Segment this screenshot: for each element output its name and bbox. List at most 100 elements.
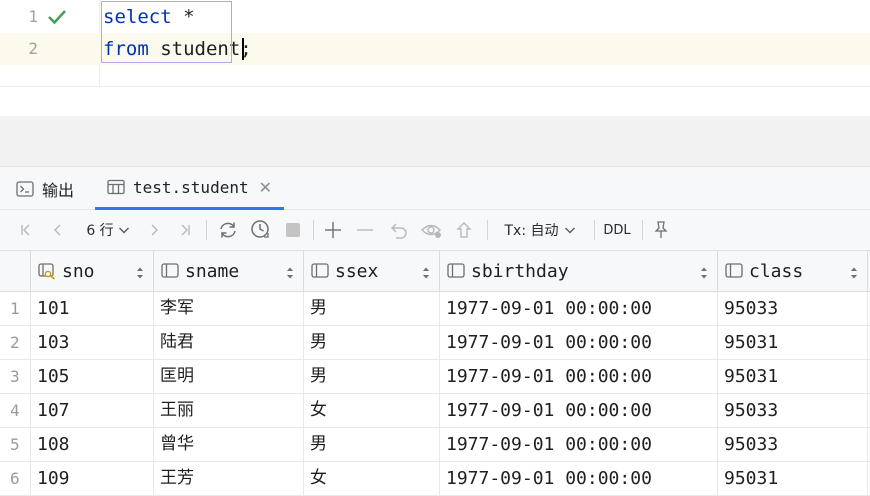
tab-test-student[interactable]: test.student ✕ (95, 167, 284, 210)
transaction-mode-dropdown[interactable]: Tx: 自动 (496, 210, 584, 250)
row-number-header[interactable] (0, 251, 31, 291)
cell-sname[interactable]: 曾华 (154, 428, 304, 461)
code-line[interactable]: select * (103, 1, 195, 33)
cell-sname[interactable]: 陆君 (154, 326, 304, 359)
refresh-icon[interactable] (215, 210, 241, 250)
cell-sbirthday[interactable]: 1977-09-01 00:00:00 (440, 360, 718, 393)
cell-sno[interactable]: 108 (31, 428, 154, 461)
cell-sbirthday[interactable]: 1977-09-01 00:00:00 (440, 292, 718, 325)
last-page-icon[interactable] (173, 210, 197, 250)
sql-editor[interactable]: 1 select * 2 from student; (0, 0, 870, 117)
row-number[interactable]: 3 (0, 360, 31, 393)
column-icon (447, 262, 465, 280)
cell-ssex[interactable]: 女 (304, 394, 440, 427)
results-grid[interactable]: sno sname ssex sbirthday class 1 101 李军 … (0, 251, 870, 496)
cell-ssex[interactable]: 男 (304, 428, 440, 461)
cell-sbirthday[interactable]: 1977-09-01 00:00:00 (440, 428, 718, 461)
column-header-ssex[interactable]: ssex (304, 251, 440, 291)
cell-class[interactable]: 95031 (718, 360, 868, 393)
line-number: 1 (28, 7, 38, 26)
row-number[interactable]: 6 (0, 462, 31, 495)
toolbar-separator (642, 220, 643, 240)
revert-icon[interactable] (387, 210, 411, 250)
code-line[interactable]: from student; (103, 33, 252, 65)
panel-splitter[interactable] (0, 116, 870, 166)
cell-sno[interactable]: 101 (31, 292, 154, 325)
close-icon[interactable]: ✕ (259, 178, 272, 197)
ddl-label: DDL (603, 222, 631, 238)
row-count-dropdown[interactable]: 6 行 (80, 210, 136, 250)
delete-row-icon[interactable] (353, 210, 377, 250)
cell-class[interactable]: 95033 (718, 394, 868, 427)
row-number[interactable]: 4 (0, 394, 31, 427)
chevron-down-icon (564, 225, 576, 235)
table-row[interactable]: 2 103 陆君 男 1977-09-01 00:00:00 95031 (0, 326, 870, 360)
column-name: ssex (335, 260, 379, 282)
ddl-button[interactable]: DDL (601, 210, 633, 250)
column-icon (311, 262, 329, 280)
stop-icon[interactable] (281, 210, 305, 250)
row-number[interactable]: 1 (0, 292, 31, 325)
editor-line-1[interactable]: 1 select * (0, 1, 870, 33)
table-row[interactable]: 6 109 王芳 女 1977-09-01 00:00:00 95031 (0, 462, 870, 496)
toolbar-separator (206, 220, 207, 240)
cell-ssex[interactable]: 男 (304, 360, 440, 393)
console-icon (16, 180, 34, 197)
cell-class[interactable]: 95031 (718, 326, 868, 359)
cell-sbirthday[interactable]: 1977-09-01 00:00:00 (440, 326, 718, 359)
table-icon (107, 179, 125, 195)
cell-sname[interactable]: 匡明 (154, 360, 304, 393)
view-changes-eye-icon[interactable] (419, 210, 445, 250)
cell-sname[interactable]: 王芳 (154, 462, 304, 495)
cell-ssex[interactable]: 男 (304, 326, 440, 359)
cell-sno[interactable]: 103 (31, 326, 154, 359)
column-name: sbirthday (471, 260, 569, 282)
table-row[interactable]: 3 105 匡明 男 1977-09-01 00:00:00 95031 (0, 360, 870, 394)
cell-sno[interactable]: 107 (31, 394, 154, 427)
column-icon (725, 262, 743, 280)
grid-header: sno sname ssex sbirthday class (0, 251, 870, 292)
cell-ssex[interactable]: 女 (304, 462, 440, 495)
text-caret (242, 38, 244, 60)
editor-line-2[interactable]: 2 from student; (0, 33, 870, 65)
chevron-down-icon (118, 225, 130, 235)
sort-icon[interactable] (850, 264, 858, 285)
cell-sname[interactable]: 李军 (154, 292, 304, 325)
submit-arrow-up-icon[interactable] (452, 210, 476, 250)
previous-page-icon[interactable] (46, 210, 70, 250)
editor-empty-area[interactable] (0, 86, 870, 117)
table-row[interactable]: 5 108 曾华 男 1977-09-01 00:00:00 95033 (0, 428, 870, 462)
sort-icon[interactable] (136, 264, 144, 285)
column-name: class (749, 260, 804, 282)
first-page-icon[interactable] (14, 210, 38, 250)
sort-icon[interactable] (422, 264, 430, 285)
cell-sno[interactable]: 105 (31, 360, 154, 393)
sql-text: student; (148, 38, 252, 60)
column-icon (161, 262, 179, 280)
sql-keyword: select (103, 6, 172, 28)
row-number[interactable]: 2 (0, 326, 31, 359)
cell-sname[interactable]: 王丽 (154, 394, 304, 427)
sql-text: * (171, 6, 195, 28)
add-row-icon[interactable] (321, 210, 345, 250)
cell-class[interactable]: 95033 (718, 428, 868, 461)
column-header-sname[interactable]: sname (154, 251, 304, 291)
cell-sno[interactable]: 109 (31, 462, 154, 495)
column-header-sbirthday[interactable]: sbirthday (440, 251, 718, 291)
next-page-icon[interactable] (142, 210, 166, 250)
table-row[interactable]: 1 101 李军 男 1977-09-01 00:00:00 95033 (0, 292, 870, 326)
cell-class[interactable]: 95033 (718, 292, 868, 325)
sort-icon[interactable] (286, 264, 294, 285)
column-header-sno[interactable]: sno (31, 251, 154, 291)
table-row[interactable]: 4 107 王丽 女 1977-09-01 00:00:00 95033 (0, 394, 870, 428)
pin-icon[interactable] (649, 210, 673, 250)
cell-ssex[interactable]: 男 (304, 292, 440, 325)
row-number[interactable]: 5 (0, 428, 31, 461)
cell-sbirthday[interactable]: 1977-09-01 00:00:00 (440, 462, 718, 495)
cell-sbirthday[interactable]: 1977-09-01 00:00:00 (440, 394, 718, 427)
cell-class[interactable]: 95031 (718, 462, 868, 495)
sort-icon[interactable] (700, 264, 708, 285)
history-clock-icon[interactable] (248, 210, 274, 250)
tab-output[interactable]: 输出 (16, 167, 74, 210)
column-header-class[interactable]: class (718, 251, 868, 291)
